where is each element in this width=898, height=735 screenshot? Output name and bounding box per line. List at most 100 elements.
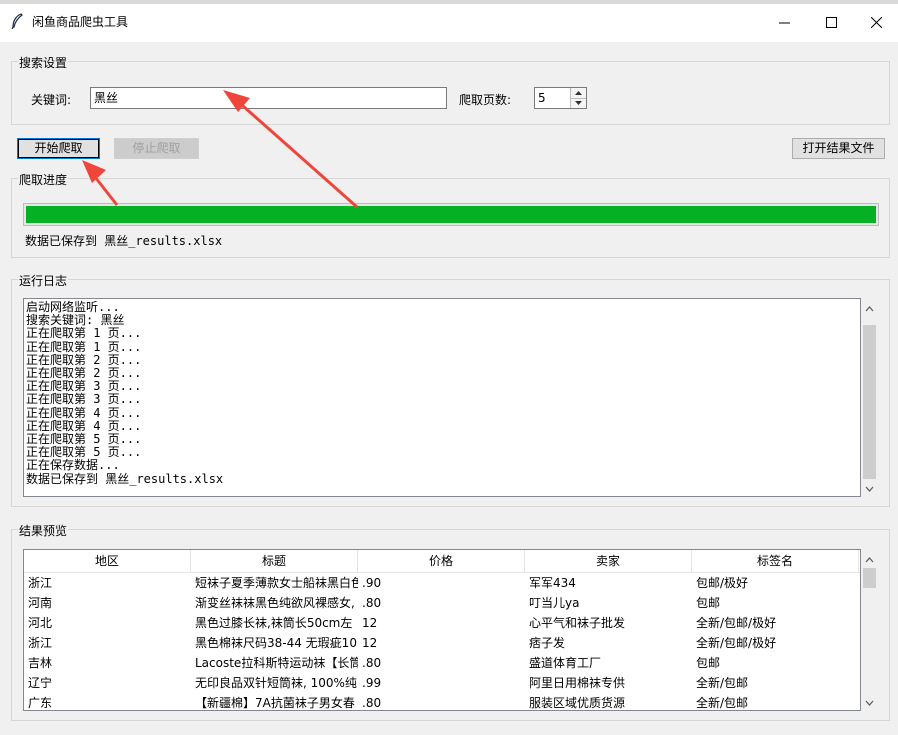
table-cell: 辽宁 — [28, 676, 53, 690]
log-line: 数据已保存到 黑丝_results.xlsx — [26, 471, 224, 486]
log-line: 正在爬取第 1 页... — [26, 326, 142, 341]
table-cell: 包邮 — [696, 596, 721, 610]
progress-bar — [23, 203, 879, 226]
log-scrollbar[interactable] — [861, 298, 878, 497]
table-cell: .90 — [362, 576, 382, 590]
table-cell: 渐变丝袜袜黑色纯欲风裸感女, — [195, 596, 355, 610]
log-line: 正在爬取第 4 页... — [26, 418, 142, 433]
table-row[interactable]: 辽宁 无印良品双针短筒袜, 100%纯 .99 阿里日用棉袜专供 全新/包邮 — [24, 673, 860, 693]
results-table[interactable]: 地区 标题 价格 卖家 标签名 浙江 短袜子夏季薄款女士船袜黑白色 .90 军军434 包邮/极… — [23, 549, 861, 711]
pages-label: 爬取页数: — [459, 93, 512, 107]
table-cell: 河南 — [28, 596, 53, 610]
chevron-up-icon — [865, 556, 874, 562]
column-header[interactable]: 价格 — [358, 550, 525, 572]
column-header[interactable]: 地区 — [24, 550, 191, 572]
pages-spinbox[interactable]: 5 — [534, 87, 587, 109]
log-scroll-up[interactable] — [861, 300, 878, 317]
table-cell: 黑色过膝长袜,袜筒长50cm左 — [195, 616, 353, 630]
table-cell: 吉林 — [28, 656, 53, 670]
results-scroll-down[interactable] — [861, 694, 878, 711]
table-row[interactable]: 河南 渐变丝袜袜黑色纯欲风裸感女, .80 叮当儿ya 包邮 — [24, 593, 860, 613]
table-cell: 全新/包邮 — [696, 676, 749, 690]
search-settings-label: 搜索设置 — [18, 54, 69, 71]
log-line: 搜索关键词: 黑丝 — [26, 313, 125, 328]
results-scroll-up[interactable] — [861, 551, 878, 568]
results-scrollbar[interactable] — [861, 549, 878, 711]
close-icon — [870, 16, 882, 28]
table-row[interactable]: 广东 【新疆棉】7A抗菌袜子男女春 .80 服装区域优质货源 全新/包邮 — [24, 693, 860, 710]
table-cell: 短袜子夏季薄款女士船袜黑白色 — [195, 576, 358, 590]
log-line: 正在爬取第 2 页... — [26, 366, 142, 381]
results-scroll-thumb[interactable] — [863, 568, 876, 588]
table-row[interactable]: 浙江 黑色棉袜尺码38-44 无瑕疵10 12 痞子发 全新/包邮/极好 — [24, 633, 860, 653]
maximize-button[interactable] — [808, 8, 854, 36]
table-cell: 军军434 — [529, 576, 576, 590]
table-cell: .99 — [362, 676, 382, 690]
table-cell: 全新/包邮/极好 — [696, 616, 777, 630]
log-group-label: 运行日志 — [18, 272, 69, 289]
log-line: 正在爬取第 3 页... — [26, 379, 142, 394]
caret-up-icon — [575, 90, 582, 95]
log-line: 正在保存数据... — [26, 458, 120, 473]
log-line: 正在爬取第 1 页... — [26, 339, 142, 354]
results-group-label: 结果预览 — [18, 522, 69, 539]
column-header[interactable]: 标题 — [191, 550, 358, 572]
minimize-button[interactable] — [761, 8, 807, 36]
table-row[interactable]: 浙江 短袜子夏季薄款女士船袜黑白色 .90 军军434 包邮/极好 — [24, 573, 860, 593]
table-cell: 痞子发 — [529, 636, 566, 650]
table-cell: 盛道体育工厂 — [529, 656, 602, 670]
table-body: 浙江 短袜子夏季薄款女士船袜黑白色 .90 军军434 包邮/极好 河南 渐变丝袜袜黑色纯欲… — [24, 573, 860, 710]
table-header: 地区 标题 价格 卖家 标签名 — [24, 550, 860, 573]
table-cell: 12 — [362, 636, 378, 650]
chevron-down-icon — [865, 700, 874, 706]
table-cell: 服装区域优质货源 — [529, 696, 626, 710]
pages-value: 5 — [538, 91, 546, 105]
keyword-label: 关键词: — [31, 93, 72, 107]
log-scroll-thumb[interactable] — [863, 325, 876, 479]
table-cell: 河北 — [28, 616, 53, 630]
stop-button[interactable]: 停止爬取 — [114, 138, 199, 159]
table-cell: 12 — [362, 616, 378, 630]
title-bar: 闲鱼商品爬虫工具 — [0, 0, 898, 42]
progress-fill — [26, 206, 876, 223]
log-line: 正在爬取第 5 页... — [26, 445, 142, 460]
window-title: 闲鱼商品爬虫工具 — [32, 15, 129, 29]
table-cell: 包邮 — [696, 656, 721, 670]
close-button[interactable] — [853, 8, 898, 36]
table-cell: 全新/包邮 — [696, 696, 749, 710]
open-results-button[interactable]: 打开结果文件 — [792, 138, 885, 159]
log-line: 正在爬取第 5 页... — [26, 432, 142, 447]
log-line: 正在爬取第 2 页... — [26, 352, 142, 367]
table-cell: Lacoste拉科斯特运动袜【长筒 — [195, 656, 358, 670]
status-text: 数据已保存到 黑丝_results.xlsx — [25, 234, 223, 248]
log-line: 启动网络监听... — [26, 300, 120, 314]
table-row[interactable]: 河北 黑色过膝长袜,袜筒长50cm左 12 心平气和袜子批发 全新/包邮/极好 — [24, 613, 860, 633]
caret-down-icon — [575, 101, 582, 106]
table-cell: 浙江 — [28, 576, 53, 590]
keyword-input[interactable]: 黑丝 — [90, 87, 447, 109]
table-cell: 无印良品双针短筒袜, 100%纯 — [195, 676, 357, 690]
progress-group-label: 爬取进度 — [18, 171, 69, 188]
log-scroll-down[interactable] — [861, 480, 878, 497]
chevron-up-icon — [865, 305, 874, 311]
table-cell: 浙江 — [28, 636, 53, 650]
spin-down-button[interactable] — [570, 97, 586, 108]
minimize-icon — [778, 22, 790, 23]
table-cell: 阿里日用棉袜专供 — [529, 676, 626, 690]
table-cell: 心平气和袜子批发 — [529, 616, 626, 630]
table-cell: 叮当儿ya — [529, 596, 580, 610]
top-strip — [0, 0, 898, 4]
table-cell: 广东 — [28, 696, 53, 710]
table-cell: .80 — [362, 656, 382, 670]
column-header[interactable]: 标签名 — [692, 550, 859, 572]
table-cell: .80 — [362, 596, 382, 610]
column-header[interactable]: 卖家 — [525, 550, 692, 572]
spin-up-button[interactable] — [570, 88, 586, 98]
maximize-icon — [825, 16, 837, 28]
feather-icon — [11, 13, 23, 29]
start-button[interactable]: 开始爬取 — [17, 138, 100, 159]
table-row[interactable]: 吉林 Lacoste拉科斯特运动袜【长筒 .80 盛道体育工厂 包邮 — [24, 653, 860, 673]
log-textbox[interactable]: 启动网络监听... 搜索关键词: 黑丝 正在爬取第 1 页... 正在爬取第 1 页.… — [23, 298, 861, 497]
table-cell: 黑色棉袜尺码38-44 无瑕疵10 — [195, 636, 357, 650]
log-line: 正在爬取第 4 页... — [26, 405, 142, 420]
